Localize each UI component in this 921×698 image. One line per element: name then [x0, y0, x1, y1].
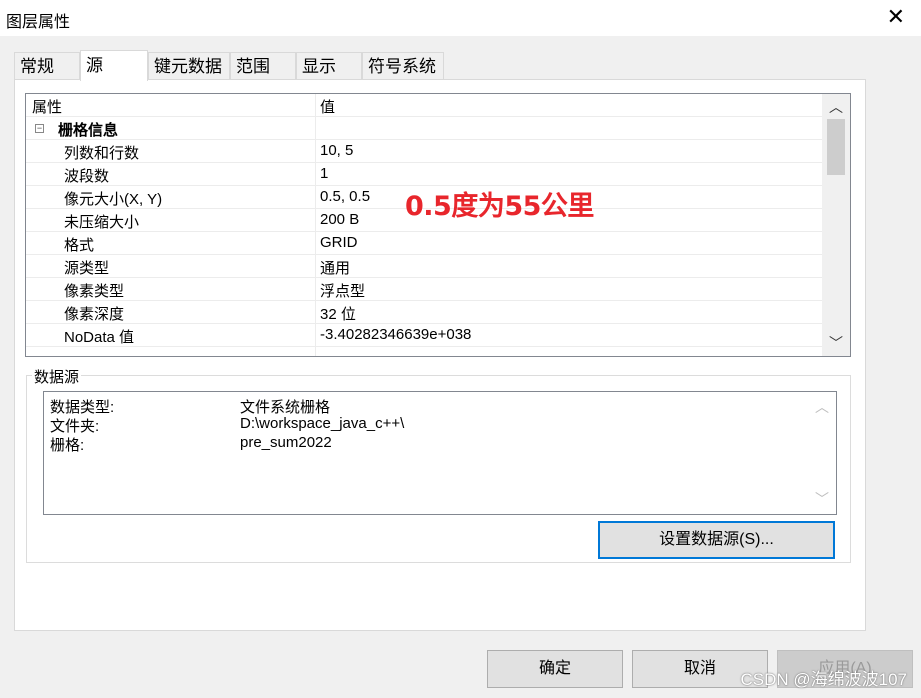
- ds-scrollbar[interactable]: ︿ ﹀: [808, 392, 836, 514]
- header-property: 属性: [32, 99, 63, 116]
- group-row-raster-info[interactable]: − 栅格信息: [26, 117, 822, 140]
- header-value: 值: [320, 99, 336, 116]
- ds-key: 数据类型:: [50, 399, 115, 416]
- row-property: 格式: [64, 237, 95, 254]
- table-row[interactable]: 格式 GRID: [26, 232, 822, 255]
- row-property: 波段数: [64, 168, 110, 185]
- row-value: GRID: [320, 234, 358, 251]
- row-value: 通用: [320, 260, 351, 277]
- collapse-icon[interactable]: −: [35, 124, 44, 133]
- scroll-down-icon[interactable]: ﹀: [808, 488, 836, 510]
- table-row[interactable]: 像素类型 浮点型: [26, 278, 822, 301]
- row-property: 像素深度: [64, 306, 125, 323]
- table-row[interactable]: 像素深度 32 位: [26, 301, 822, 324]
- group-label: 栅格信息: [58, 122, 119, 139]
- tab-display[interactable]: 显示: [296, 52, 362, 79]
- tab-extent[interactable]: 范围: [230, 52, 296, 79]
- ds-value: 文件系统栅格: [240, 399, 331, 416]
- watermark: CSDN @海绵波波107: [740, 670, 907, 689]
- ds-key: 栅格:: [50, 437, 85, 454]
- table-row[interactable]: 源类型 通用: [26, 255, 822, 278]
- scroll-thumb[interactable]: [827, 119, 845, 175]
- table-row[interactable]: 列数和行数 10, 5: [26, 140, 822, 163]
- tab-general[interactable]: 常规: [14, 52, 80, 79]
- scroll-up-icon[interactable]: ︿: [808, 396, 836, 418]
- row-property: 像元大小(X, Y): [64, 191, 163, 208]
- row-property: 源类型: [64, 260, 110, 277]
- set-datasource-button[interactable]: 设置数据源(S)...: [598, 521, 835, 559]
- property-grid[interactable]: 属性 值 − 栅格信息 列数和行数 10, 5 波段数 1 像元大小(X, Y)…: [25, 93, 851, 357]
- row-value: 32 位: [320, 306, 356, 323]
- datasource-textbox[interactable]: 数据类型: 文件系统栅格 文件夹: D:\workspace_java_c++\…: [43, 391, 837, 515]
- row-property: 列数和行数: [64, 145, 140, 162]
- row-value: 0.5, 0.5: [320, 188, 371, 205]
- row-property: 未压缩大小: [64, 214, 140, 231]
- tab-key-metadata[interactable]: 键元数据: [148, 52, 230, 79]
- row-value: 10, 5: [320, 142, 354, 159]
- ds-value: D:\workspace_java_c++\: [240, 415, 405, 432]
- ds-key: 文件夹:: [50, 418, 100, 435]
- row-value: 浮点型: [320, 283, 366, 300]
- scroll-up-icon[interactable]: ︿: [822, 96, 850, 118]
- tab-symbology[interactable]: 符号系统: [362, 52, 444, 79]
- table-row[interactable]: 波段数 1: [26, 163, 822, 186]
- title-bar: 图层属性 ✕: [0, 0, 921, 36]
- ok-button[interactable]: 确定: [487, 650, 623, 688]
- ds-value: pre_sum2022: [240, 434, 332, 451]
- grid-header: 属性 值: [26, 94, 822, 117]
- tab-source[interactable]: 源: [80, 50, 148, 81]
- datasource-title: 数据源: [32, 366, 82, 387]
- row-value: 200 B: [320, 211, 360, 228]
- table-row[interactable]: NoData 值 -3.40282346639e+038: [26, 324, 822, 347]
- grid-scrollbar[interactable]: ︿ ﹀: [822, 94, 850, 356]
- red-annotation: 0.5度为55公里: [405, 191, 594, 222]
- close-icon[interactable]: ✕: [887, 6, 905, 28]
- row-value: 1: [320, 165, 329, 182]
- row-property: NoData 值: [64, 329, 135, 346]
- scroll-down-icon[interactable]: ﹀: [822, 332, 850, 354]
- row-property: 像素类型: [64, 283, 125, 300]
- row-value: -3.40282346639e+038: [320, 326, 472, 343]
- window-title: 图层属性: [6, 14, 71, 31]
